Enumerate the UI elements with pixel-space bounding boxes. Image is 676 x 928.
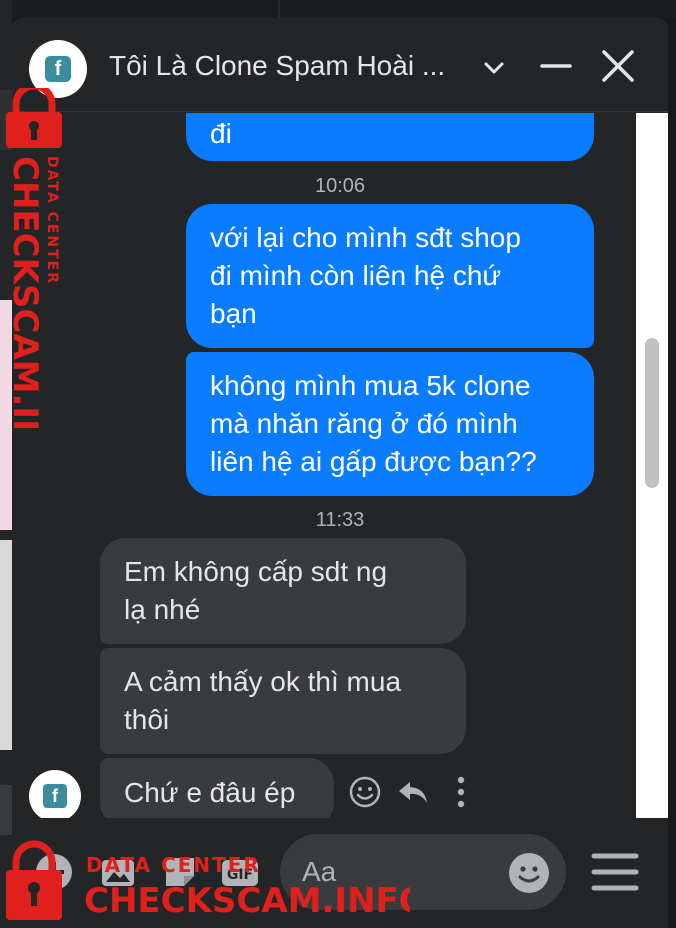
watermark-data-center-text: DATA CENTER — [86, 853, 261, 877]
message-text: thôi — [124, 704, 170, 735]
message-text: với lại cho mình sđt shop — [210, 222, 521, 253]
react-emoji-icon[interactable] — [348, 775, 382, 809]
message-text: liên hệ ai gấp được bạn?? — [210, 446, 537, 477]
lock-icon — [6, 840, 62, 920]
watermark-bottom: DATA CENTER CHECKSCAM.INFO — [6, 840, 410, 921]
close-button[interactable] — [598, 46, 638, 86]
message-bubble-outgoing[interactable]: với lại cho mình sđt shop đi mình còn li… — [186, 204, 594, 348]
facebook-icon: f — [43, 784, 67, 808]
background-thumb — [0, 540, 12, 750]
more-options-icon[interactable] — [444, 775, 478, 809]
message-timestamp: 11:33 — [315, 509, 365, 531]
message-text: đi mình còn liên hệ chứ — [210, 260, 502, 291]
message-bubble-incoming[interactable]: Chứ e đâu ép — [100, 758, 334, 818]
message-text: mà nhăn răng ở đó mình — [210, 408, 518, 439]
message-text: bạn — [210, 298, 257, 329]
watermark-site-text: CHECKSCAM.INFO — [5, 156, 45, 428]
message-bubble-outgoing[interactable]: đi — [186, 113, 594, 161]
message-text: Em không cấp sdt ng — [124, 556, 388, 587]
message-text: không mình mua 5k clone — [210, 370, 531, 401]
background-thumb — [0, 785, 12, 835]
message-text: lạ nhé — [124, 594, 201, 625]
chat-window: f Tôi Là Clone Spam Hoài ... đi 10:06 vớ… — [12, 18, 668, 928]
message-bubble-incoming[interactable]: A cảm thấy ok thì mua thôi — [100, 648, 466, 754]
avatar[interactable]: f — [29, 770, 81, 818]
message-bubble-outgoing[interactable]: không mình mua 5k clone mà nhăn răng ở đ… — [186, 352, 594, 496]
chat-title[interactable]: Tôi Là Clone Spam Hoài ... — [109, 50, 445, 82]
chat-header: f Tôi Là Clone Spam Hoài ... — [12, 18, 668, 112]
watermark-data-center-text: DATA CENTER — [44, 156, 60, 285]
message-bubble-incoming[interactable]: Em không cấp sdt ng lạ nhé — [100, 538, 466, 644]
message-list: đi 10:06 với lại cho mình sđt shop đi mì… — [12, 113, 668, 818]
scrollbar-thumb[interactable] — [645, 338, 659, 488]
message-text: Chứ e đâu ép — [124, 777, 296, 808]
message-text: đi — [210, 118, 232, 149]
message-timestamp: 10:06 — [314, 175, 366, 197]
background-divider — [278, 0, 280, 18]
facebook-icon: f — [45, 56, 71, 82]
watermark-vertical: CHECKSCAM.INFO DATA CENTER — [5, 88, 62, 428]
minimize-button[interactable] — [538, 48, 574, 84]
menu-icon[interactable] — [590, 850, 640, 894]
chevron-down-icon[interactable] — [480, 54, 508, 82]
background-top-bar — [0, 0, 676, 18]
message-text: A cảm thấy ok thì mua — [124, 666, 402, 697]
watermark-site-text: CHECKSCAM.INFO — [84, 881, 410, 921]
emoji-icon[interactable] — [508, 852, 550, 894]
lock-icon — [6, 88, 62, 148]
reply-icon[interactable] — [396, 775, 430, 809]
